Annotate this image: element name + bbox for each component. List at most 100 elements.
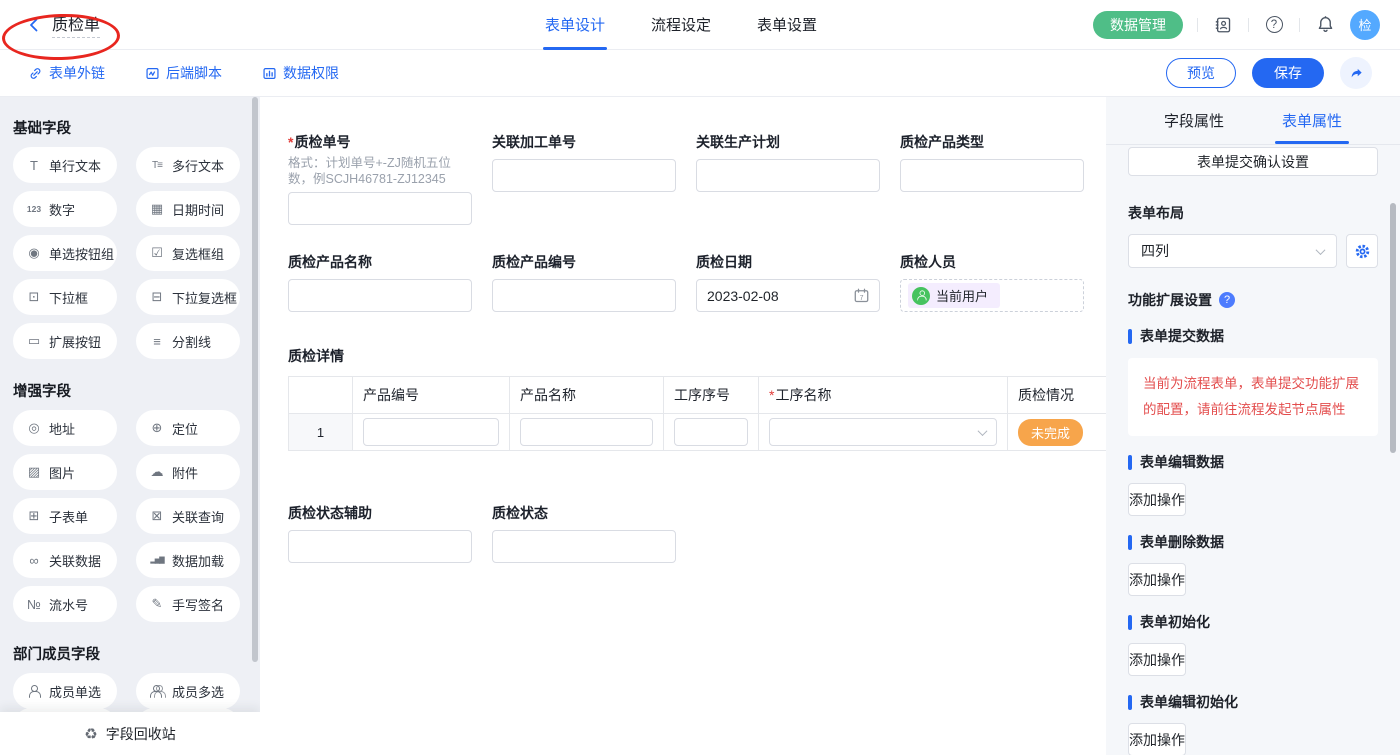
field-pill-select[interactable]: ⊡下拉框 [13,279,117,315]
page-title: 质检单 [52,11,100,38]
field-pill-number[interactable]: 123数字 [13,191,117,227]
header-left: 质检单 [0,11,420,38]
field-pill-label: 成员单选 [49,682,101,701]
field-pill-member-multi[interactable]: 成员多选 [136,673,240,709]
field-pill-data-load[interactable]: ▂▅▇数据加载 [136,542,240,578]
form-rows-bottom: 质检状态辅助 质检状态 [288,504,1086,563]
field-pill-extend-button[interactable]: ▭扩展按钮 [13,323,117,359]
field-pill-multi-line-text[interactable]: T≡多行文本 [136,147,240,183]
field-pill-signature[interactable]: ✎手写签名 [136,586,240,622]
gear-icon [1354,243,1371,260]
field-input[interactable] [288,530,472,563]
radio-group-icon: ◉ [26,245,42,261]
user-avatar[interactable]: 检 [1350,10,1380,40]
external-link-icon [28,66,43,81]
member-single-icon [26,685,42,698]
tab-field-properties[interactable]: 字段属性 [1164,97,1224,144]
field-label-text: 质检日期 [696,254,752,270]
toolbar-link-backend-script[interactable]: 后端脚本 [145,63,222,83]
back-button[interactable] [26,17,42,33]
form-row: *质检单号格式：计划单号+-ZJ随机五位数，例SCJH46781-ZJ12345… [288,133,1086,225]
field-pill-radio-group[interactable]: ◉单选按钮组 [13,235,117,271]
toolbar-link-label: 后端脚本 [166,63,222,83]
field-pill-linked-data[interactable]: ∞关联数据 [13,542,117,578]
required-asterisk: * [288,134,293,150]
tab-form-setting[interactable]: 表单设置 [757,0,817,50]
help-icon[interactable]: ? [1263,14,1285,36]
field-label-text: 质检状态 [492,505,548,521]
form-field-质检状态辅助: 质检状态辅助 [288,504,472,563]
table-header-cell: *工序名称 [759,377,1008,414]
table-cell-input[interactable] [363,418,499,446]
share-button[interactable] [1340,57,1372,89]
field-input[interactable] [288,192,472,225]
tab-form-properties[interactable]: 表单属性 [1282,97,1342,144]
extend-button-icon: ▭ [26,333,42,349]
field-input[interactable] [288,279,472,312]
sidebar-group-title: 增强字段 [13,380,260,401]
toolbar-link-data-permission[interactable]: 数据权限 [262,63,339,83]
table-cell-input[interactable] [520,418,653,446]
form-rows-top: *质检单号格式：计划单号+-ZJ随机五位数，例SCJH46781-ZJ12345… [288,133,1086,312]
flow-form-warning: 当前为流程表单，表单提交功能扩展的配置，请前往流程发起节点属性 [1128,358,1378,436]
signature-icon: ✎ [149,596,165,612]
form-field-质检产品名称: 质检产品名称 [288,253,472,312]
data-manage-button[interactable]: 数据管理 [1093,11,1183,39]
recycle-icon: ♻ [84,725,97,743]
contacts-icon[interactable] [1212,14,1234,36]
help-circle-icon[interactable]: ? [1219,292,1235,308]
sidebar-scrollbar[interactable] [252,97,258,662]
tab-flow-setting[interactable]: 流程设定 [651,0,711,50]
subform-title: 质检详情 [288,346,1086,366]
tab-form-design[interactable]: 表单设计 [545,0,605,50]
field-recycle-bin[interactable]: ♻ 字段回收站 [0,712,260,755]
field-input[interactable] [492,279,676,312]
layout-settings-button[interactable] [1346,234,1378,268]
add-action-button[interactable]: 添加操作 [1128,483,1186,516]
date-input[interactable]: 2023-02-087 [696,279,880,312]
submit-confirm-settings-button[interactable]: 表单提交确认设置 [1128,147,1378,176]
panel-scrollbar[interactable] [1390,203,1396,453]
field-label: *质检单号 [288,133,472,151]
panel-sections: 表单提交数据当前为流程表单，表单提交功能扩展的配置，请前往流程发起节点属性表单编… [1128,326,1378,755]
form-layout-select[interactable]: 四列 [1128,234,1337,268]
sidebar-group-items: 成员单选 成员多选 [13,673,260,709]
field-pill-subform[interactable]: ⊞子表单 [13,498,117,534]
field-pill-member-single[interactable]: 成员单选 [13,673,117,709]
table-cell-select[interactable] [769,418,997,446]
preview-button[interactable]: 预览 [1166,58,1236,88]
field-pill-address[interactable]: ◎地址 [13,410,117,446]
field-input[interactable] [492,159,676,192]
add-action-button[interactable]: 添加操作 [1128,563,1186,596]
field-pill-datetime[interactable]: ▦日期时间 [136,191,240,227]
field-label: 关联加工单号 [492,133,676,151]
field-pill-single-line-text[interactable]: T单行文本 [13,147,117,183]
field-input[interactable] [696,159,880,192]
person-shape [916,290,926,300]
user-field-box[interactable]: 当前用户 [900,279,1084,312]
field-pill-label: 数字 [49,200,75,219]
field-pill-image[interactable]: ▨图片 [13,454,117,490]
field-pill-linked-query[interactable]: ⊠关联查询 [136,498,240,534]
toolbar-link-external-link[interactable]: 表单外链 [28,63,105,83]
field-input[interactable] [900,159,1084,192]
divider [1299,18,1300,32]
field-pill-serial-number[interactable]: №流水号 [13,586,117,622]
field-pill-location[interactable]: ⊕定位 [136,410,240,446]
save-button[interactable]: 保存 [1252,58,1324,88]
field-pill-divider[interactable]: ≡分割线 [136,323,240,359]
field-pill-attachment[interactable]: ☁附件 [136,454,240,490]
notification-icon[interactable] [1314,14,1336,36]
table-cell-input[interactable] [674,418,748,446]
subform-icon: ⊞ [26,508,42,524]
form-row: 质检产品名称质检产品编号质检日期2023-02-087质检人员当前用户 [288,253,1086,312]
user-tag-label: 当前用户 [936,286,988,305]
field-pill-label: 复选框组 [172,244,224,263]
add-action-button[interactable]: 添加操作 [1128,643,1186,676]
field-input[interactable] [492,530,676,563]
checkbox-group-icon: ☑ [149,245,165,261]
extension-settings-title: 功能扩展设置 [1128,290,1212,310]
field-pill-checkbox-group[interactable]: ☑ 复选框组 [136,235,240,271]
field-pill-multi-select[interactable]: ⊟下拉复选框 [136,279,240,315]
add-action-button[interactable]: 添加操作 [1128,723,1186,755]
